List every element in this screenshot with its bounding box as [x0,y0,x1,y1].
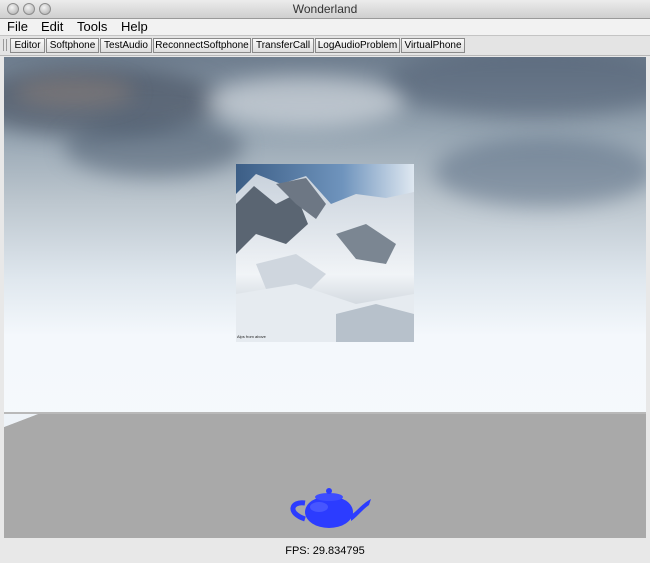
menu-bar: File Edit Tools Help [0,19,650,36]
menu-help[interactable]: Help [121,19,148,35]
sky-cloud [434,137,646,207]
menu-edit[interactable]: Edit [41,19,63,35]
sky-cloud [384,57,646,117]
toolbar-grip[interactable] [3,39,7,51]
transfer-call-button[interactable]: TransferCall [252,38,314,53]
testaudio-button[interactable]: TestAudio [100,38,152,53]
mountain-picture[interactable]: Alps from above [236,164,414,342]
sky-cloud [14,77,134,107]
sky-cloud [64,117,244,177]
window-title: Wonderland [292,2,358,16]
sky-cloud [204,77,404,127]
fps-status: FPS: 29.834795 [285,545,365,557]
mountain-image [236,164,414,342]
title-bar: Wonderland [0,0,650,19]
picture-caption: Alps from above [237,334,266,339]
teapot-model[interactable] [285,485,375,535]
softphone-button[interactable]: Softphone [46,38,99,53]
log-audio-problem-button[interactable]: LogAudioProblem [315,38,400,53]
toolbar: Editor Softphone TestAudio ReconnectSoft… [0,36,650,56]
editor-button[interactable]: Editor [10,38,45,53]
menu-file[interactable]: File [7,19,28,35]
menu-tools[interactable]: Tools [77,19,107,35]
virtual-phone-button[interactable]: VirtualPhone [401,38,465,53]
reconnect-softphone-button[interactable]: ReconnectSoftphone [153,38,251,53]
3d-viewport[interactable]: Alps from above [4,57,646,538]
